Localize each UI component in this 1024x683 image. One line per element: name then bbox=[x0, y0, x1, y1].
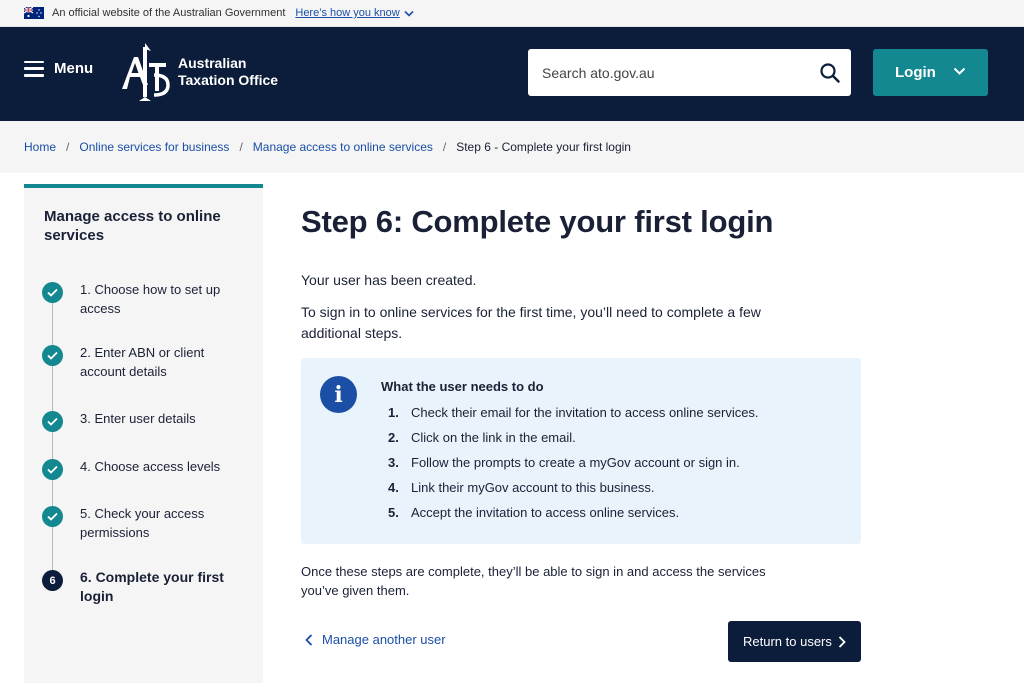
list-text: Click on the link in the email. bbox=[411, 430, 576, 445]
info-callout: i What the user needs to do 1. Check thei… bbox=[301, 358, 861, 544]
info-icon: i bbox=[320, 376, 357, 413]
step-item-6[interactable]: 6 6. Complete your first login bbox=[42, 569, 242, 606]
menu-label: Menu bbox=[54, 60, 94, 77]
ato-logo[interactable]: Australian Taxation Office bbox=[118, 41, 278, 103]
step-item-2[interactable]: 2. Enter ABN or client account details bbox=[42, 345, 242, 381]
login-button[interactable]: Login bbox=[873, 49, 988, 96]
list-item: 4. Link their myGov account to this busin… bbox=[388, 478, 759, 503]
breadcrumb-current: Step 6 - Complete your first login bbox=[456, 140, 631, 154]
ato-emblem-icon bbox=[122, 43, 170, 101]
chevron-down-icon bbox=[953, 67, 966, 75]
list-text: Check their email for the invitation to … bbox=[411, 405, 759, 420]
list-text: Accept the invitation to access online s… bbox=[411, 505, 680, 520]
step-label: 3. Enter user details bbox=[80, 411, 196, 426]
how-you-know-label: Here’s how you know bbox=[295, 7, 400, 19]
search-button[interactable] bbox=[809, 52, 851, 94]
breadcrumb: Home / Online services for business / Ma… bbox=[0, 121, 1024, 173]
step-item-5[interactable]: 5. Check your access permissions bbox=[42, 506, 242, 542]
list-item: 2. Click on the link in the email. bbox=[388, 428, 759, 453]
return-button-label: Return to users bbox=[743, 634, 832, 649]
chevron-down-icon bbox=[404, 10, 414, 17]
site-header: Menu Australian Taxation Office Login bbox=[0, 27, 1024, 121]
logo-text: Australian Taxation Office bbox=[178, 55, 278, 89]
list-number: 5. bbox=[388, 505, 399, 520]
search-input[interactable] bbox=[542, 64, 809, 81]
breadcrumb-online-services[interactable]: Online services for business bbox=[79, 140, 229, 154]
list-text: Link their myGov account to this busines… bbox=[411, 480, 655, 495]
search-box bbox=[528, 49, 851, 96]
checkmark-icon bbox=[42, 411, 63, 432]
checkmark-icon bbox=[42, 282, 63, 303]
menu-button[interactable]: Menu bbox=[24, 60, 93, 77]
list-item: 5. Accept the invitation to access online… bbox=[388, 503, 759, 528]
breadcrumb-home[interactable]: Home bbox=[24, 140, 56, 154]
back-link-label: Manage another user bbox=[322, 632, 446, 647]
list-number: 1. bbox=[388, 405, 399, 420]
checkmark-icon bbox=[42, 506, 63, 527]
checkmark-icon bbox=[42, 345, 63, 366]
step-number-badge: 6 bbox=[42, 570, 63, 591]
step-label: 4. Choose access levels bbox=[80, 459, 221, 474]
list-number: 3. bbox=[388, 455, 399, 470]
step-label-current: 6. Complete your first login bbox=[80, 569, 224, 604]
callout-list: 1. Check their email for the invitation t… bbox=[388, 403, 759, 528]
breadcrumb-separator: / bbox=[239, 140, 243, 154]
breadcrumb-separator: / bbox=[442, 140, 447, 154]
checkmark-icon bbox=[42, 459, 63, 480]
australian-flag-icon bbox=[24, 7, 44, 19]
return-to-users-button[interactable]: Return to users bbox=[728, 621, 861, 662]
page-title: Step 6: Complete your first login bbox=[301, 204, 774, 239]
completion-text: Once these steps are complete, they’ll b… bbox=[301, 564, 766, 598]
sidebar-title: Manage access to online services bbox=[44, 208, 221, 244]
gov-banner-text: An official website of the Australian Go… bbox=[52, 7, 286, 19]
manage-another-user-link[interactable]: Manage another user bbox=[305, 632, 446, 647]
step-label: 1. Choose how to set up access bbox=[80, 282, 221, 316]
callout-title: What the user needs to do bbox=[381, 379, 544, 394]
chevron-right-icon bbox=[838, 636, 846, 648]
step-label: 2. Enter ABN or client account details bbox=[80, 345, 205, 379]
breadcrumb-manage-access[interactable]: Manage access to online services bbox=[253, 140, 433, 154]
list-number: 4. bbox=[388, 480, 399, 495]
sign-in-instructions-text: To sign in to online services for the fi… bbox=[301, 304, 761, 341]
logo-line2: Taxation Office bbox=[178, 72, 279, 88]
logo-line1: Australian bbox=[178, 55, 247, 71]
list-text: Follow the prompts to create a myGov acc… bbox=[411, 455, 740, 470]
step-item-1[interactable]: 1. Choose how to set up access bbox=[42, 282, 242, 318]
hamburger-icon bbox=[24, 60, 44, 77]
how-you-know-link[interactable]: Here’s how you know bbox=[295, 7, 414, 19]
list-number: 2. bbox=[388, 430, 399, 445]
list-item: 1. Check their email for the invitation t… bbox=[388, 403, 759, 428]
list-item: 3. Follow the prompts to create a myGov a… bbox=[388, 453, 759, 478]
step-item-4[interactable]: 4. Choose access levels bbox=[42, 459, 242, 480]
login-label: Login bbox=[895, 64, 936, 81]
step-item-3[interactable]: 3. Enter user details bbox=[42, 411, 242, 432]
search-icon bbox=[820, 62, 840, 83]
gov-banner: An official website of the Australian Go… bbox=[0, 0, 1024, 27]
step-label: 5. Check your access permissions bbox=[80, 506, 205, 540]
breadcrumb-separator: / bbox=[66, 140, 70, 154]
user-created-text: Your user has been created. bbox=[301, 272, 477, 288]
chevron-left-icon bbox=[305, 633, 313, 646]
step-sidebar: Manage access to online services 1. Choo… bbox=[24, 184, 263, 683]
